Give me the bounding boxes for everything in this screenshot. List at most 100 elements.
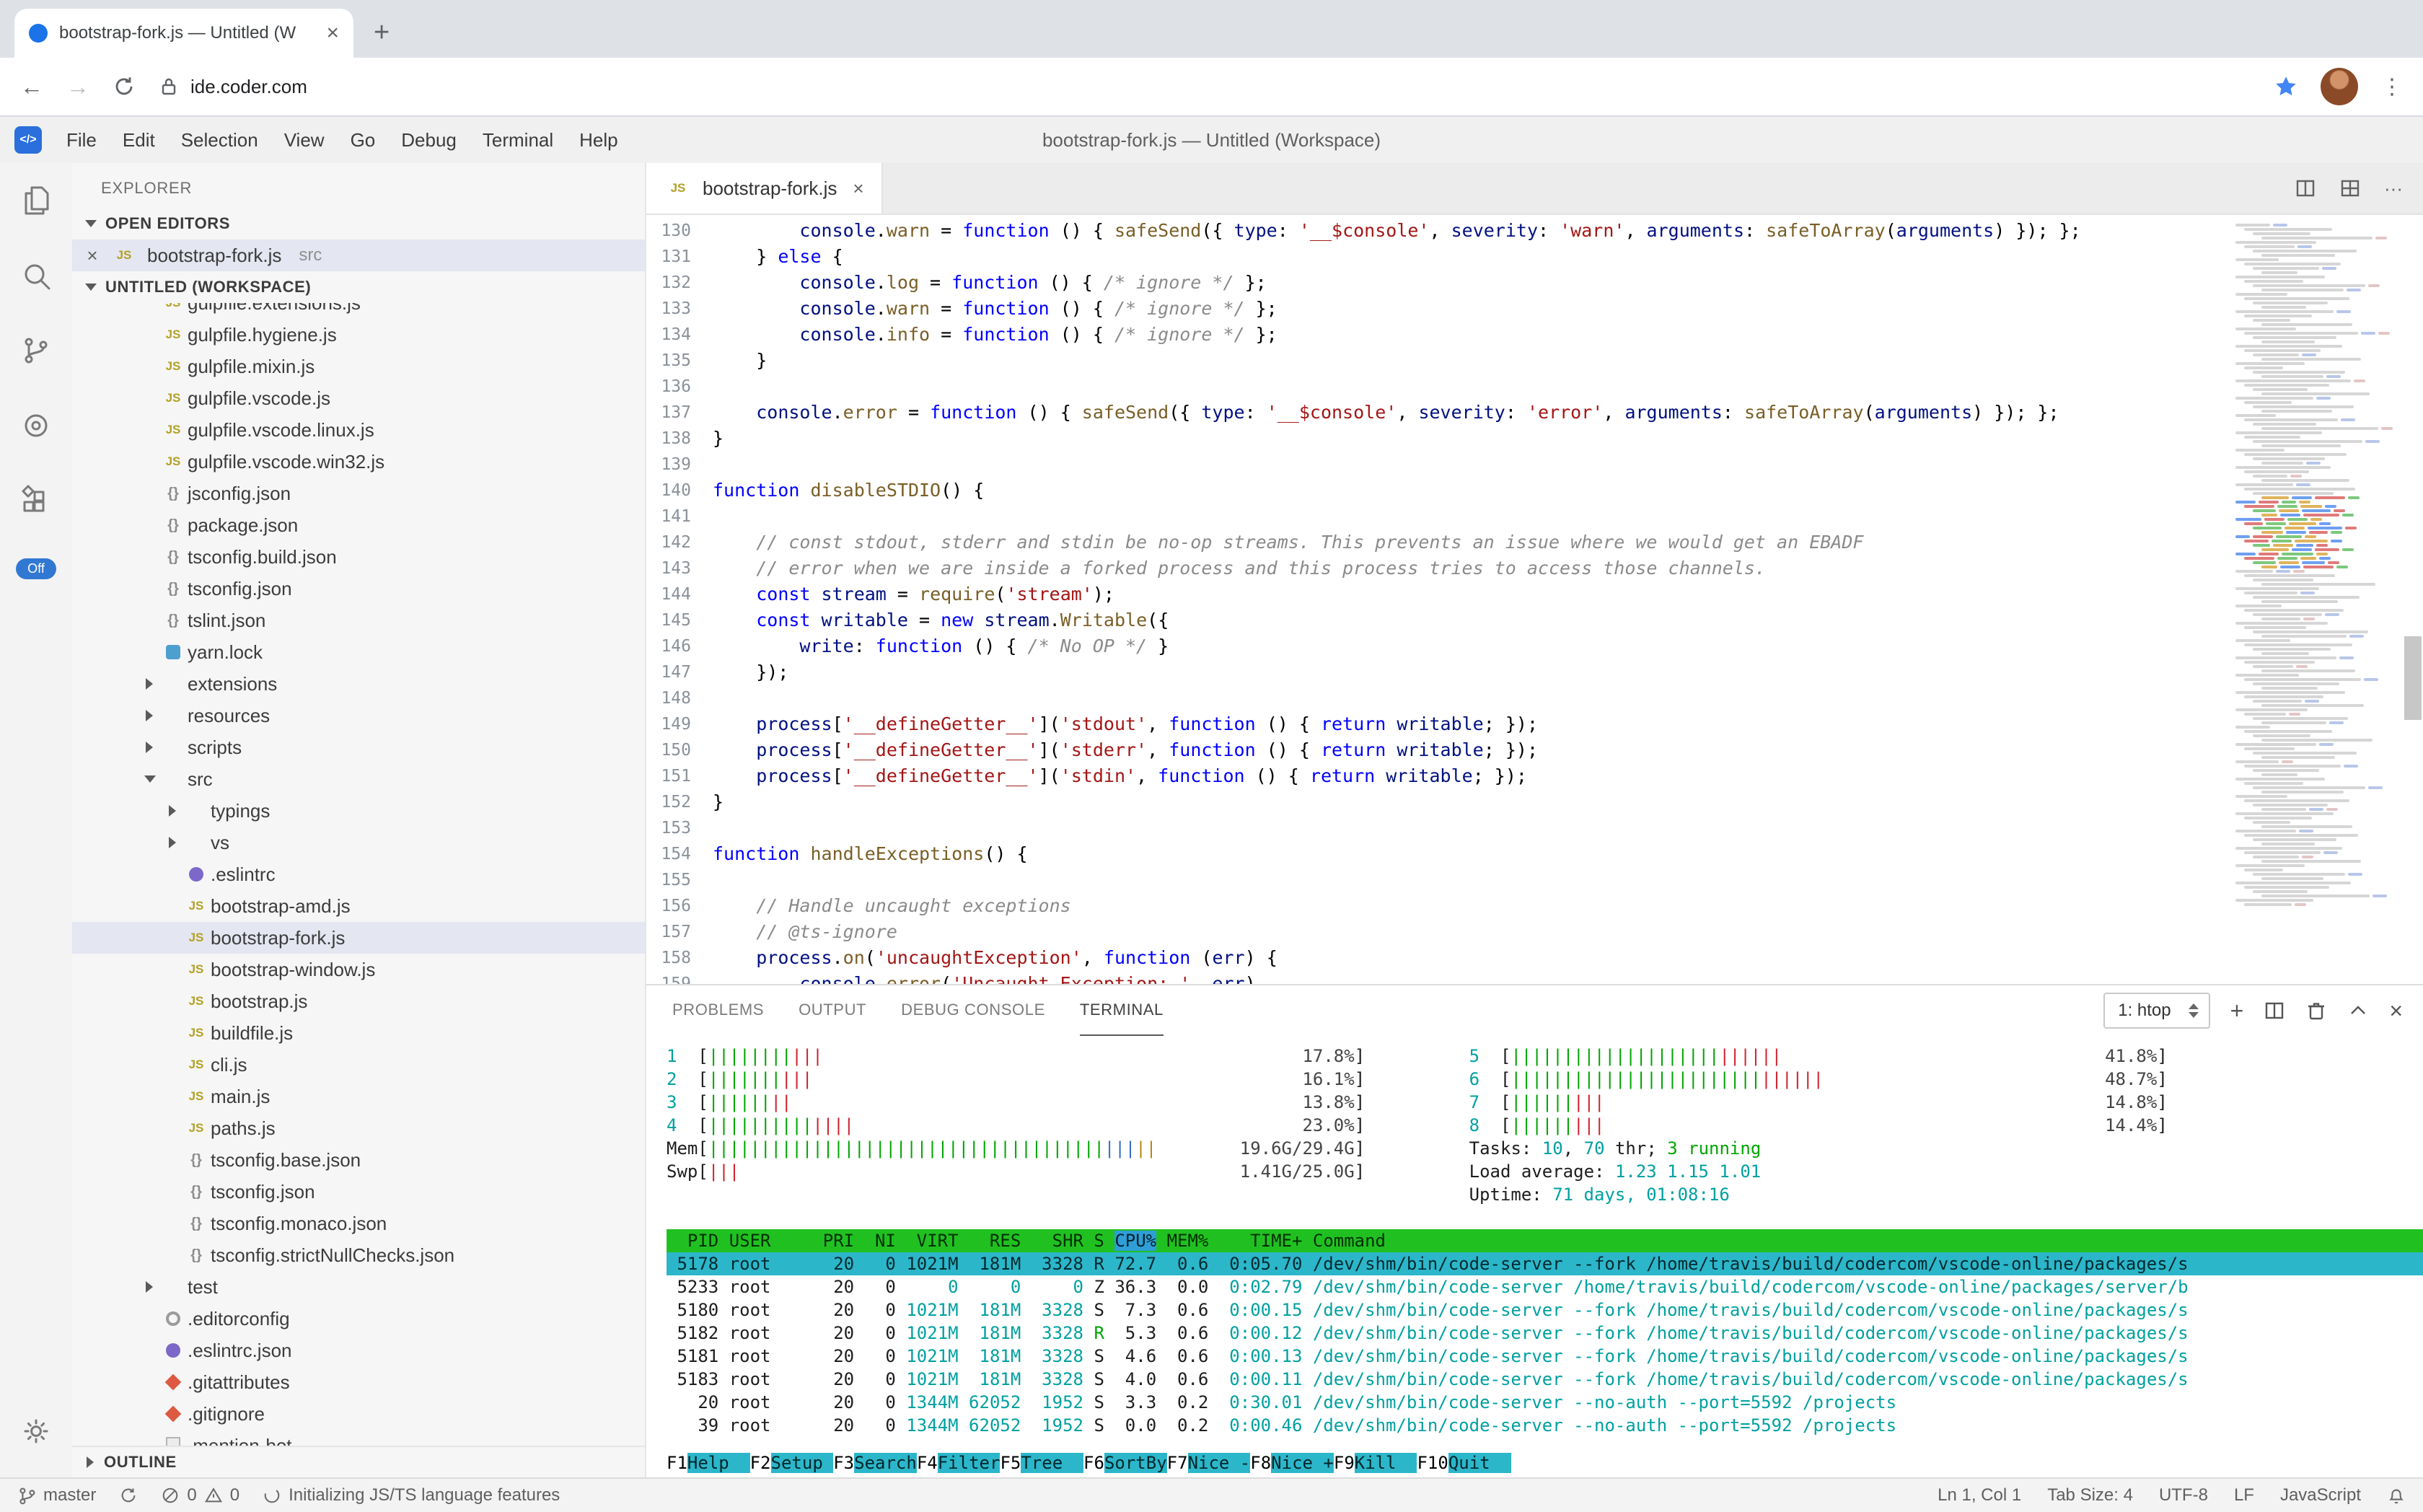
more-actions-icon[interactable]: ··· xyxy=(2384,177,2403,200)
tree-item-cli.js[interactable]: JScli.js xyxy=(72,1049,645,1081)
address-bar[interactable]: ide.coder.com xyxy=(159,76,2251,98)
kill-terminal-icon[interactable] xyxy=(2305,1000,2327,1021)
tree-item-bootstrap-window.js[interactable]: JSbootstrap-window.js xyxy=(72,954,645,985)
tree-item-.eslintrc.json[interactable]: .eslintrc.json xyxy=(72,1335,645,1366)
search-icon[interactable] xyxy=(19,258,53,299)
browser-tab[interactable]: bootstrap-fork.js — Untitled (W × xyxy=(14,9,353,58)
tree-item-resources[interactable]: resources xyxy=(72,700,645,731)
menu-view[interactable]: View xyxy=(271,129,338,151)
code-area[interactable]: 130 console.warn = function () { safeSen… xyxy=(646,215,2230,984)
open-editors-header[interactable]: OPEN EDITORS xyxy=(72,208,645,239)
close-panel-icon[interactable]: × xyxy=(2389,999,2403,1022)
settings-gear-icon[interactable] xyxy=(19,1414,53,1454)
notifications-bell[interactable] xyxy=(2387,1486,2406,1505)
editor-tab[interactable]: JS bootstrap-fork.js × xyxy=(646,163,883,214)
tree-item-.editorconfig[interactable]: .editorconfig xyxy=(72,1303,645,1335)
eol[interactable]: LF xyxy=(2234,1485,2254,1506)
tree-item-.gitignore[interactable]: .gitignore xyxy=(72,1398,645,1430)
tab-close-icon[interactable]: × xyxy=(326,21,339,45)
encoding[interactable]: UTF-8 xyxy=(2159,1485,2208,1506)
scrollbar-thumb[interactable] xyxy=(2404,636,2422,720)
tree-item-tslint.json[interactable]: {}tslint.json xyxy=(72,605,645,636)
tree-item-tsconfig.monaco.json[interactable]: {}tsconfig.monaco.json xyxy=(72,1208,645,1239)
menu-selection[interactable]: Selection xyxy=(168,129,271,151)
tree-item-extensions[interactable]: extensions xyxy=(72,668,645,700)
new-tab-button[interactable]: + xyxy=(374,19,390,46)
favicon xyxy=(29,24,48,43)
tree-item-tsconfig.json[interactable]: {}tsconfig.json xyxy=(72,1176,645,1208)
explorer-icon[interactable] xyxy=(19,183,53,224)
tree-item-yarn.lock[interactable]: yarn.lock xyxy=(72,636,645,668)
menu-file[interactable]: File xyxy=(53,129,110,151)
editor-layout-icon[interactable] xyxy=(2339,177,2361,199)
avatar[interactable] xyxy=(2321,68,2358,105)
tree-item-bootstrap.js[interactable]: JSbootstrap.js xyxy=(72,985,645,1017)
browser-menu-icon[interactable]: ⋮ xyxy=(2381,74,2403,100)
json-file-icon: {} xyxy=(159,581,188,597)
workspace-header[interactable]: UNTITLED (WORKSPACE) xyxy=(72,271,645,303)
tree-item-src[interactable]: src xyxy=(72,763,645,795)
off-badge[interactable]: Off xyxy=(16,558,56,579)
problems-status[interactable]: 0 0 xyxy=(161,1485,239,1506)
tree-item-tsconfig.build.json[interactable]: {}tsconfig.build.json xyxy=(72,541,645,573)
tree-item-test[interactable]: test xyxy=(72,1271,645,1303)
open-editor-item[interactable]: × JS bootstrap-fork.js src xyxy=(72,239,645,271)
tree-item-vs[interactable]: vs xyxy=(72,827,645,858)
menu-go[interactable]: Go xyxy=(338,129,389,151)
language-mode[interactable]: JavaScript xyxy=(2280,1485,2361,1506)
split-editor-icon[interactable] xyxy=(2295,177,2316,199)
sync-status[interactable] xyxy=(119,1486,138,1505)
git-branch-status[interactable]: master xyxy=(17,1485,96,1506)
panel-tab-output[interactable]: OUTPUT xyxy=(799,985,866,1036)
code-line-133: 133 console.warn = function () { /* igno… xyxy=(646,296,2230,322)
terminal-select[interactable]: 1: htop xyxy=(2103,993,2209,1029)
tree-item-bootstrap-amd.js[interactable]: JSbootstrap-amd.js xyxy=(72,890,645,922)
browser-tab-title: bootstrap-fork.js — Untitled (W xyxy=(59,23,317,43)
back-icon[interactable]: ← xyxy=(20,75,43,98)
cursor-position[interactable]: Ln 1, Col 1 xyxy=(1938,1485,2021,1506)
terminal[interactable]: 1 [||||||||||| 17.8%] 5 [|||||||||||||||… xyxy=(646,1036,2423,1477)
outline-header[interactable]: OUTLINE xyxy=(72,1446,645,1477)
panel-tab-problems[interactable]: PROBLEMS xyxy=(672,985,764,1036)
tree-item-gulpfile.vscode.win32.js[interactable]: JSgulpfile.vscode.win32.js xyxy=(72,446,645,478)
maximize-panel-icon[interactable] xyxy=(2347,1000,2369,1021)
panel-tab-debug-console[interactable]: DEBUG CONSOLE xyxy=(901,985,1045,1036)
panel-tab-terminal[interactable]: TERMINAL xyxy=(1080,985,1164,1036)
tree-item-package.json[interactable]: {}package.json xyxy=(72,509,645,541)
split-terminal-icon[interactable] xyxy=(2264,1000,2285,1021)
tree-item-.mention-bot[interactable]: .mention-bot xyxy=(72,1430,645,1446)
menu-edit[interactable]: Edit xyxy=(110,129,168,151)
code-editor[interactable]: 130 console.warn = function () { safeSen… xyxy=(646,215,2423,984)
tree-item-gulpfile.vscode.linux.js[interactable]: JSgulpfile.vscode.linux.js xyxy=(72,414,645,446)
new-terminal-icon[interactable]: + xyxy=(2230,999,2244,1022)
menu-debug[interactable]: Debug xyxy=(388,129,470,151)
tree-item-typings[interactable]: typings xyxy=(72,795,645,827)
extensions-icon[interactable] xyxy=(19,483,53,524)
minimap[interactable] xyxy=(2230,215,2403,984)
tree-item-.eslintrc[interactable]: .eslintrc xyxy=(72,858,645,890)
tree-item-tsconfig.strictNullChecks.json[interactable]: {}tsconfig.strictNullChecks.json xyxy=(72,1239,645,1271)
close-tab-icon[interactable]: × xyxy=(853,177,863,200)
debug-icon[interactable] xyxy=(19,408,53,449)
source-control-icon[interactable] xyxy=(19,333,53,374)
menu-terminal[interactable]: Terminal xyxy=(470,129,566,151)
tree-item-gulpfile.hygiene.js[interactable]: JSgulpfile.hygiene.js xyxy=(72,319,645,351)
tab-size[interactable]: Tab Size: 4 xyxy=(2047,1485,2133,1506)
tree-item-tsconfig.base.json[interactable]: {}tsconfig.base.json xyxy=(72,1144,645,1176)
bookmark-star-icon[interactable] xyxy=(2274,75,2297,98)
reload-icon[interactable] xyxy=(113,75,136,98)
close-editor-icon[interactable]: × xyxy=(84,245,101,267)
tree-item-buildfile.js[interactable]: JSbuildfile.js xyxy=(72,1017,645,1049)
menu-help[interactable]: Help xyxy=(566,129,630,151)
tree-item-tsconfig.json[interactable]: {}tsconfig.json xyxy=(72,573,645,605)
tree-item-main.js[interactable]: JSmain.js xyxy=(72,1081,645,1112)
tree-item-gulpfile.mixin.js[interactable]: JSgulpfile.mixin.js xyxy=(72,351,645,382)
tree-item-scripts[interactable]: scripts xyxy=(72,731,645,763)
tree-item-paths.js[interactable]: JSpaths.js xyxy=(72,1112,645,1144)
tree-item-gulpfile.extensions.js[interactable]: JSgulpfile.extensions.js xyxy=(72,303,645,319)
tree-item-.gitattributes[interactable]: .gitattributes xyxy=(72,1366,645,1398)
tree-item-bootstrap-fork.js[interactable]: JSbootstrap-fork.js xyxy=(72,922,645,954)
tree-item-gulpfile.vscode.js[interactable]: JSgulpfile.vscode.js xyxy=(72,382,645,414)
tree-item-jsconfig.json[interactable]: {}jsconfig.json xyxy=(72,478,645,509)
forward-icon[interactable]: → xyxy=(66,75,89,98)
